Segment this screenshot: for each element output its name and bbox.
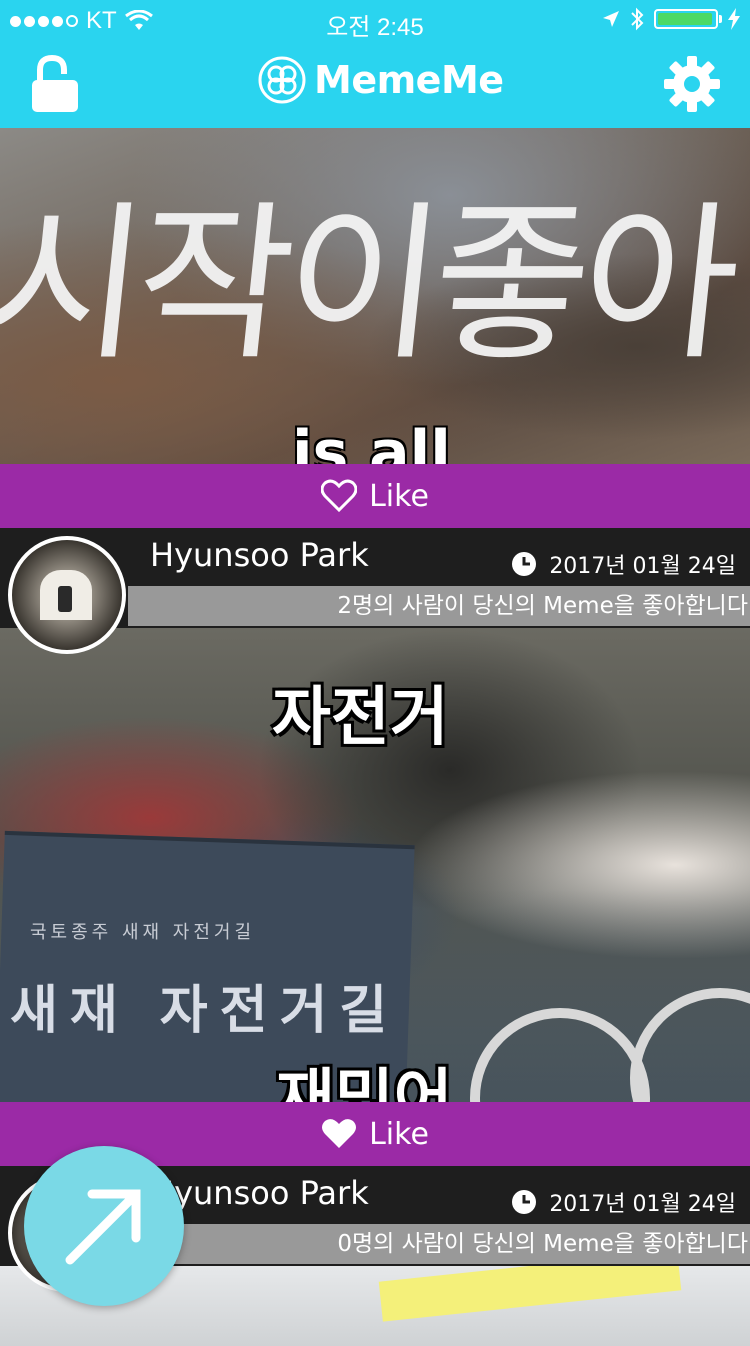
battery-icon xyxy=(654,9,722,29)
location-arrow-icon xyxy=(603,11,619,27)
clock-icon xyxy=(512,1190,537,1214)
date-text: 2017년 01월 24일 xyxy=(549,554,736,579)
user-name[interactable]: Hyunsoo Park xyxy=(150,1174,369,1212)
meme-image[interactable]: 시작이좋아 is all xyxy=(0,128,750,464)
meme-caption-bottom: 재밌어 xyxy=(276,1063,453,1102)
navigation-bar: MemeMe xyxy=(0,40,750,128)
like-label: Like xyxy=(369,478,429,514)
post-date: 2017년 01월 24일 xyxy=(511,1186,736,1218)
clock-icon xyxy=(512,552,537,576)
likes-count-text: 2명의 사람이 당신의 Meme을 좋아합니다 xyxy=(128,586,750,626)
like-label: Like xyxy=(369,1116,429,1152)
sign-text: 새재 자전거길 xyxy=(10,981,400,1041)
heart-outline-icon xyxy=(321,479,358,513)
avatar[interactable] xyxy=(8,536,126,654)
app-title: MemeMe xyxy=(314,58,504,102)
like-button[interactable]: Like xyxy=(0,464,750,528)
share-fab-button[interactable] xyxy=(24,1146,184,1306)
bluetooth-icon xyxy=(631,7,644,31)
lock-open-icon[interactable] xyxy=(28,54,82,114)
gear-icon[interactable] xyxy=(664,56,720,112)
app-brand: MemeMe xyxy=(258,56,504,104)
status-bar: KT 오전 2:45 xyxy=(0,0,750,41)
meme-post: Hyunsoo Park 2017년 01월 24일 2명의 사람이 당신의 M… xyxy=(0,528,750,1166)
heart-filled-icon xyxy=(322,1119,357,1148)
likes-count-text: 0명의 사람이 당신의 Meme을 좋아합니다 xyxy=(128,1224,750,1264)
meme-caption-top: 자전거 xyxy=(272,681,449,755)
meme-post: 시작이좋아 is all Like xyxy=(0,128,750,528)
post-date: 2017년 01월 24일 xyxy=(511,548,736,580)
arrow-up-right-icon xyxy=(65,1189,141,1265)
meme-handwritten-caption: 시작이좋아 xyxy=(0,186,741,384)
meme-caption-bottom: is all xyxy=(292,418,451,464)
sign-small-text: 국토종주 새재 자전거길 xyxy=(30,922,256,943)
clover-logo-icon xyxy=(258,56,306,104)
charging-bolt-icon xyxy=(728,8,740,30)
meme-image[interactable]: 국토종주 새재 자전거길 새재 자전거길 자전거 재밌어 xyxy=(0,628,750,1102)
post-header: Hyunsoo Park 2017년 01월 24일 2명의 사람이 당신의 M… xyxy=(0,528,750,654)
date-text: 2017년 01월 24일 xyxy=(549,1192,736,1217)
user-name[interactable]: Hyunsoo Park xyxy=(150,536,369,574)
status-right xyxy=(602,7,740,31)
